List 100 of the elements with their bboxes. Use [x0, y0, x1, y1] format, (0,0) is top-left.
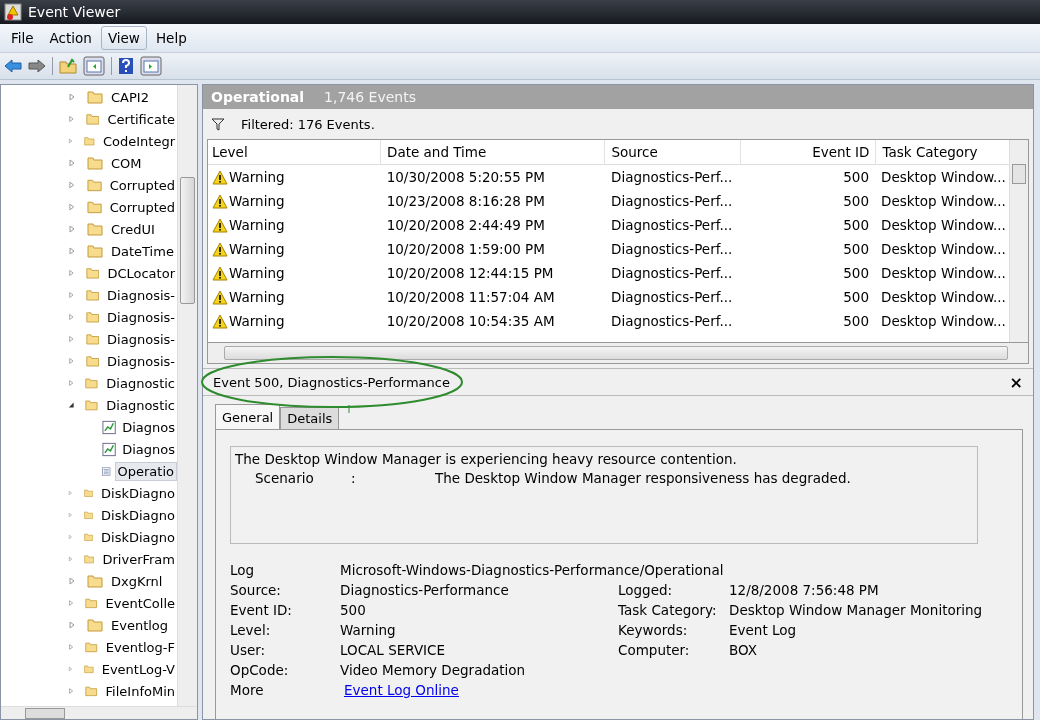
tree-item[interactable]: DriverFram: [100, 550, 177, 568]
tree-item[interactable]: COM: [109, 154, 144, 172]
tree-item[interactable]: Eventlog: [109, 616, 171, 634]
field-label: Log: [230, 562, 256, 578]
expand-icon[interactable]: [68, 665, 73, 673]
scrollbar[interactable]: [207, 343, 1029, 364]
table-cell-text: Desktop Window...: [880, 241, 1007, 257]
chart-icon: [102, 419, 117, 435]
expand-icon[interactable]: [68, 291, 75, 299]
collapse-icon[interactable]: [68, 401, 75, 409]
tree-item[interactable]: Diagnosis-: [105, 352, 177, 370]
chart-icon: [102, 441, 117, 457]
table-cell-text: Diagnostics-Perf...: [610, 289, 734, 305]
table-cell-text: 10/20/2008 1:59:00 PM: [385, 241, 546, 257]
folder-icon: [85, 288, 100, 302]
expand-icon[interactable]: [68, 687, 75, 695]
tree-item[interactable]: CredUI: [109, 220, 157, 238]
expand-icon[interactable]: [68, 335, 75, 343]
tree-item[interactable]: DiskDiagno: [99, 484, 177, 502]
expand-icon[interactable]: [68, 555, 74, 563]
table-cell-text: Desktop Window...: [880, 265, 1007, 281]
expand-icon[interactable]: [68, 269, 75, 277]
field-label: User:: [230, 642, 267, 658]
expand-icon[interactable]: [68, 203, 76, 211]
tree-item[interactable]: DiskDiagno: [99, 506, 177, 524]
expand-icon[interactable]: [68, 621, 76, 629]
menu-item[interactable]: Action: [42, 26, 99, 50]
table-cell-text: 500: [842, 169, 870, 185]
expand-icon[interactable]: [68, 533, 73, 541]
menu-item[interactable]: View: [100, 26, 147, 50]
column-header[interactable]: Source: [605, 140, 741, 164]
folder-icon: [85, 596, 98, 610]
tree-item[interactable]: CodeIntegr: [100, 132, 177, 150]
column-header[interactable]: Date and Time: [381, 140, 606, 164]
pane-icon[interactable]: [83, 56, 105, 76]
expand-icon[interactable]: [68, 599, 75, 607]
event-title: Event 500, Diagnostics-Performance: [213, 374, 450, 390]
expand-icon[interactable]: [68, 489, 73, 497]
table-cell-text: Desktop Window...: [880, 313, 1007, 329]
expand-icon[interactable]: [68, 115, 75, 123]
pane-icon[interactable]: [140, 56, 162, 76]
tree-item[interactable]: Corrupted: [107, 198, 177, 216]
folder-icon: [83, 662, 94, 676]
warning-icon: [212, 265, 228, 281]
tree-item[interactable]: Corrupted: [107, 176, 177, 194]
tree-item[interactable]: EventLog-V: [99, 660, 177, 678]
tree-item[interactable]: EventColle: [103, 594, 177, 612]
scenario-label: Scenario: [255, 470, 315, 486]
tree-item[interactable]: Diagnos: [120, 440, 177, 458]
tree-item[interactable]: Certificate: [105, 110, 177, 128]
field-label: More: [230, 682, 265, 698]
help-icon[interactable]: [118, 57, 134, 75]
expand-icon[interactable]: [68, 643, 75, 651]
event-log-link[interactable]: Event Log Online: [344, 682, 459, 698]
tree-item[interactable]: Operatio: [114, 461, 177, 481]
tree-item[interactable]: Diagnostic: [104, 396, 177, 414]
folder-icon: [86, 178, 102, 192]
window-title: Event Viewer: [28, 4, 121, 20]
field-value: Diagnostics-Performance: [340, 582, 510, 598]
table-cell-text: Diagnostics-Perf...: [610, 193, 734, 209]
expand-icon[interactable]: [68, 159, 76, 167]
close-button[interactable]: ×: [1009, 372, 1023, 392]
tree-item[interactable]: DateTime: [109, 242, 176, 260]
field-label: Logged:: [618, 582, 674, 598]
warning-icon: [212, 217, 228, 233]
expand-icon[interactable]: [68, 247, 76, 255]
tree-item[interactable]: DCLocator: [105, 264, 177, 282]
field-label: Event ID:: [230, 602, 293, 618]
tree-item[interactable]: Eventlog-F: [103, 638, 177, 656]
table-cell: Warning: [229, 169, 285, 185]
column-header[interactable]: Level: [208, 140, 382, 164]
tree-item[interactable]: CAPI2: [109, 88, 151, 106]
tree-item[interactable]: Diagnos: [120, 418, 177, 436]
field-value: LOCAL SERVICE: [340, 642, 447, 658]
expand-icon[interactable]: [68, 379, 75, 387]
expand-icon[interactable]: [68, 357, 75, 365]
menu-item[interactable]: Help: [148, 26, 194, 50]
tab[interactable]: General: [215, 404, 281, 429]
tree-item[interactable]: Diagnosis-: [105, 330, 177, 348]
menu-item[interactable]: File: [4, 26, 41, 50]
tree-item[interactable]: Diagnostic: [104, 374, 177, 392]
tree-item[interactable]: DxgKrnl: [109, 572, 165, 590]
tab[interactable]: Details: [280, 407, 340, 429]
tree-item[interactable]: FileInfoMin: [103, 682, 177, 700]
expand-icon[interactable]: [68, 181, 76, 189]
folder-icon[interactable]: [59, 58, 77, 74]
expand-icon[interactable]: [68, 137, 74, 145]
tree-item[interactable]: Diagnosis-: [105, 286, 177, 304]
warning-icon: [212, 289, 228, 305]
expand-icon[interactable]: [68, 511, 73, 519]
tree-item[interactable]: DiskDiagno: [99, 528, 177, 546]
expand-icon[interactable]: [68, 577, 76, 585]
expand-icon[interactable]: [68, 313, 75, 321]
column-header[interactable]: Task Category: [876, 140, 1009, 164]
tree-item[interactable]: Diagnosis-: [105, 308, 177, 326]
expand-icon[interactable]: [68, 93, 76, 101]
column-header[interactable]: Event ID: [740, 140, 877, 164]
forward-icon[interactable]: [28, 59, 46, 73]
expand-icon[interactable]: [68, 225, 76, 233]
back-icon[interactable]: [4, 59, 22, 73]
